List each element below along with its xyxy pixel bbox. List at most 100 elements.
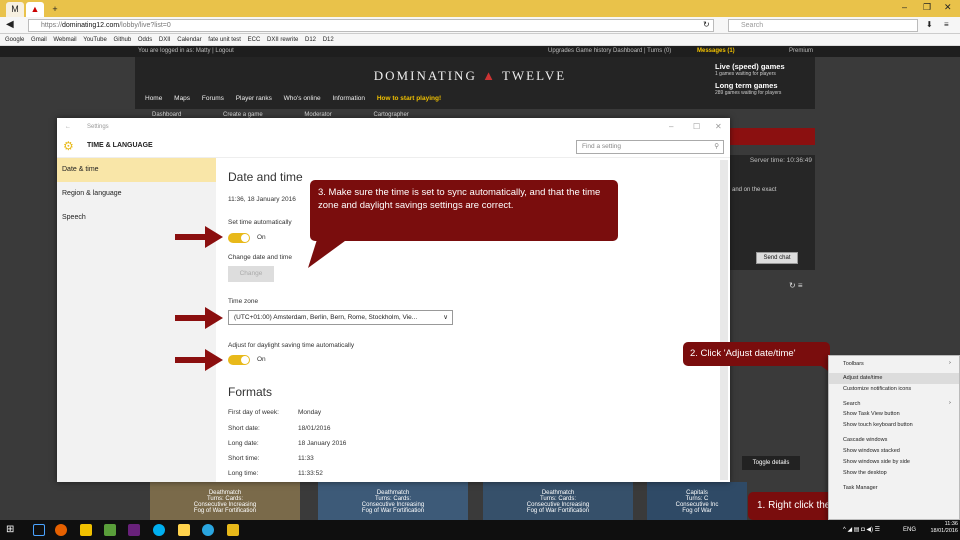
messages-link[interactable]: Messages (1) xyxy=(697,46,735,57)
system-clock[interactable]: 11:36 18/01/2016 xyxy=(918,521,958,535)
format-value: 11:33:52 xyxy=(298,470,323,477)
find-setting-input[interactable]: Find a setting ⚲ xyxy=(576,140,724,154)
game-thumbnail[interactable]: Deathmatch Turns: Cards: Consecutive Incre… xyxy=(318,482,468,520)
format-key: Long date: xyxy=(228,440,259,447)
refresh-icon[interactable]: ↻ ≡ xyxy=(789,281,803,290)
chevron-down-icon: ∨ xyxy=(443,314,448,321)
menu-item-toolbars[interactable]: Toolbars xyxy=(843,361,864,367)
search-input[interactable]: Search xyxy=(728,19,918,32)
long-games-sub: 289 games waiting for players xyxy=(715,90,782,96)
annotation-arrow-icon xyxy=(175,307,223,329)
windows-start-icon[interactable]: ⊞ xyxy=(6,524,18,536)
menu-item-touch-keyboard[interactable]: Show touch keyboard button xyxy=(843,422,913,428)
site-top-bar: You are logged in as: Matty | Logout Upg… xyxy=(0,46,960,57)
gmail-tab[interactable]: M xyxy=(6,2,24,17)
sidebar-item-date-time[interactable]: Date & time xyxy=(57,158,216,182)
menu-item-adjust-date-time[interactable]: Adjust date/time xyxy=(843,375,882,381)
sidebar-item-region-language[interactable]: Region & language xyxy=(57,182,216,206)
format-key: Short time: xyxy=(228,455,260,462)
settings-app-icon[interactable] xyxy=(227,524,239,536)
thumb-foot: Fog of War Fortification xyxy=(193,508,257,514)
live-games-sub: 1 games waiting for players xyxy=(715,71,776,77)
settings-title-bar: ← Settings – ☐ ✕ xyxy=(57,118,730,136)
premium-link[interactable]: Premium xyxy=(789,46,813,57)
menu-item-show-desktop[interactable]: Show the desktop xyxy=(843,470,887,476)
file-explorer-icon[interactable] xyxy=(80,524,92,536)
bookmark-item[interactable]: DXII rewrite xyxy=(267,37,298,43)
download-icon[interactable]: ⬇ xyxy=(926,20,933,29)
bookmark-item[interactable]: ECC xyxy=(248,37,261,43)
nav-home[interactable]: Home xyxy=(145,95,162,102)
bookmark-item[interactable]: Webmail xyxy=(53,37,76,43)
bookmark-item[interactable]: YouTube xyxy=(83,37,107,43)
bookmark-item[interactable]: Odds xyxy=(138,37,152,43)
settings-scrollbar[interactable] xyxy=(720,160,728,480)
format-value: 18 January 2016 xyxy=(298,440,347,447)
d12-tab[interactable]: ▲ xyxy=(26,2,44,17)
minimize-icon[interactable]: – xyxy=(669,118,673,136)
game-thumbnail[interactable]: Capitals Turns: C Consecutive Inc Fog of Wa… xyxy=(647,482,747,520)
tray-icons[interactable]: ^ ◢ ▤ ◘ ◀) ☰ xyxy=(843,526,880,533)
change-button[interactable]: Change xyxy=(228,266,274,282)
menu-item-cascade[interactable]: Cascade windows xyxy=(843,437,887,443)
url-input[interactable]: https://dominating12.com/lobby/live?list… xyxy=(28,19,714,32)
nav-forums[interactable]: Forums xyxy=(202,95,224,102)
send-chat-button[interactable]: Send chat xyxy=(756,252,798,264)
menu-icon[interactable]: ≡ xyxy=(944,20,949,29)
bookmark-item[interactable]: Google xyxy=(5,37,24,43)
tz-value: (UTC+01:00) Amsterdam, Berlin, Bern, Rom… xyxy=(234,314,418,321)
game-thumbnail[interactable]: Deathmatch Turns: Cards: Consecutive Incre… xyxy=(483,482,633,520)
firefox-icon[interactable] xyxy=(55,524,67,536)
maximize-icon[interactable]: ☐ xyxy=(693,118,700,136)
window-title: Settings xyxy=(87,124,109,130)
long-games-link[interactable]: Long term games xyxy=(715,81,815,90)
app-icon[interactable] xyxy=(104,524,116,536)
bookmark-item[interactable]: D12 xyxy=(323,37,334,43)
nav-information[interactable]: Information xyxy=(332,95,365,102)
nav-whos-online[interactable]: Who's online xyxy=(284,95,321,102)
bookmark-item[interactable]: DXII xyxy=(159,37,171,43)
back-icon[interactable]: ◀ xyxy=(6,19,14,30)
gear-icon: ⚙ xyxy=(63,139,74,153)
skype-icon[interactable] xyxy=(153,524,165,536)
app-icon[interactable] xyxy=(178,524,190,536)
menu-item-notification-icons[interactable]: Customize notification icons xyxy=(843,386,911,392)
new-tab-button[interactable]: + xyxy=(46,2,64,17)
auto-time-toggle[interactable] xyxy=(228,233,250,243)
app-icon[interactable] xyxy=(202,524,214,536)
bookmark-item[interactable]: fate unit test xyxy=(208,37,241,43)
close-icon[interactable]: ✕ xyxy=(944,2,952,13)
menu-item-stacked[interactable]: Show windows stacked xyxy=(843,448,900,454)
callout-step-3: 3. Make sure the time is set to sync aut… xyxy=(310,180,618,241)
toggle-details-button[interactable]: Toggle details xyxy=(742,456,800,470)
maximize-icon[interactable]: ❐ xyxy=(923,2,931,13)
dst-toggle[interactable] xyxy=(228,355,250,365)
live-games-link[interactable]: Live (speed) games xyxy=(715,62,815,71)
menu-item-side-by-side[interactable]: Show windows side by side xyxy=(843,459,910,465)
bookmark-item[interactable]: Calendar xyxy=(177,37,201,43)
browser-nav-bar: ◀ https://dominating12.com/lobby/live?li… xyxy=(0,17,960,34)
nav-maps[interactable]: Maps xyxy=(174,95,190,102)
nav-player-ranks[interactable]: Player ranks xyxy=(236,95,272,102)
menu-item-search[interactable]: Search xyxy=(843,401,860,407)
task-view-icon[interactable] xyxy=(33,524,45,536)
reload-icon[interactable]: ↻ xyxy=(703,20,710,29)
minimize-icon[interactable]: – xyxy=(902,2,907,12)
current-datetime: 11:36, 18 January 2016 xyxy=(228,196,296,203)
nav-how-to-start[interactable]: How to start playing! xyxy=(377,95,441,102)
bookmark-item[interactable]: Gmail xyxy=(31,37,47,43)
back-arrow-icon[interactable]: ← xyxy=(65,118,71,136)
server-time: Server time: 10:36:49 xyxy=(749,157,812,164)
game-thumbnail[interactable]: Deathmatch Turns: Cards: Consecutive Incre… xyxy=(150,482,300,520)
site-nav: Home Maps Forums Player ranks Who's onli… xyxy=(145,95,451,102)
bookmark-item[interactable]: D12 xyxy=(305,37,316,43)
time-zone-select[interactable]: (UTC+01:00) Amsterdam, Berlin, Bern, Rom… xyxy=(228,310,453,325)
menu-item-task-manager[interactable]: Task Manager xyxy=(843,485,878,491)
menu-item-task-view[interactable]: Show Task View button xyxy=(843,411,900,417)
bookmark-item[interactable]: Github xyxy=(114,37,132,43)
search-icon: ⚲ xyxy=(714,143,719,150)
language-indicator[interactable]: ENG xyxy=(903,527,916,533)
close-icon[interactable]: ✕ xyxy=(715,118,722,136)
visual-studio-icon[interactable] xyxy=(128,524,140,536)
top-links[interactable]: Upgrades Game history Dashboard | Turns … xyxy=(548,46,671,57)
